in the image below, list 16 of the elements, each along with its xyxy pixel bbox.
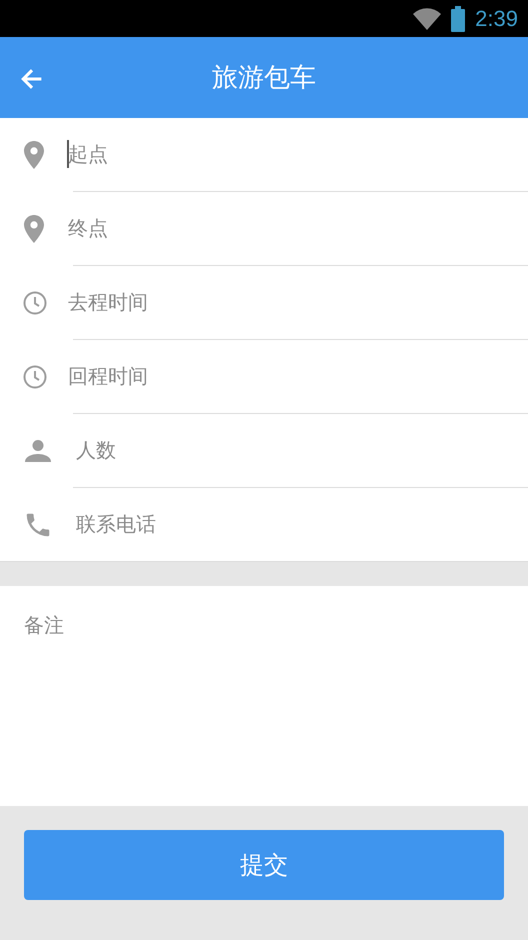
- clock-icon: [23, 291, 47, 315]
- input-field[interactable]: 回程时间: [66, 354, 528, 398]
- submit-button[interactable]: 提交: [24, 830, 504, 900]
- clock-time: 2:39: [475, 6, 518, 32]
- clock-icon: [23, 365, 47, 389]
- battery-icon: [451, 6, 466, 32]
- location-pin-icon: [24, 141, 44, 169]
- wifi-icon: [413, 8, 442, 30]
- input-field[interactable]: 人数: [66, 428, 528, 472]
- person-icon: [25, 440, 51, 462]
- location-pin-icon: [24, 215, 44, 243]
- input-field[interactable]: 去程时间: [66, 280, 528, 324]
- input-field[interactable]: 起点: [66, 132, 528, 176]
- page-title: 旅游包车: [212, 62, 316, 95]
- input-field[interactable]: 终点: [66, 206, 528, 250]
- input-field[interactable]: 联系电话: [66, 502, 528, 546]
